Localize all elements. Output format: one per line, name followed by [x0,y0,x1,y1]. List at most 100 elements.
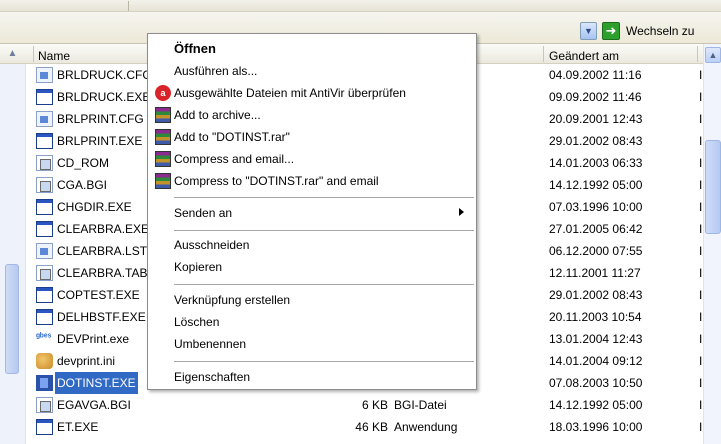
menu-item-label: Add to archive... [174,108,261,122]
dotinst-icon [36,375,53,391]
file-attr: I [699,420,703,434]
menu-item-create-shortcut[interactable]: Verknüpfung erstellen [148,289,476,311]
file-date: 29.01.2002 08:43 [549,288,643,302]
cfg-file-icon [36,243,53,259]
file-attr: I [699,398,703,412]
file-date: 14.01.2004 09:12 [549,354,643,368]
bgi-file-icon [36,397,53,413]
file-attr: I [699,332,703,346]
file-name: ET.EXE [55,416,177,438]
antivir-icon: a [155,85,171,101]
menu-item-properties[interactable]: Eigenschaften [148,366,476,388]
file-attr: I [699,156,703,170]
exe-file-icon [36,89,53,105]
scroll-thumb[interactable] [5,264,19,374]
file-date: 06.12.2000 07:55 [549,244,643,258]
file-date: 09.09.2002 11:46 [549,90,642,104]
bgi-file-icon [36,177,53,193]
left-pane-scroll[interactable] [0,64,26,444]
submenu-arrow-icon [459,208,464,216]
column-divider[interactable] [543,46,544,62]
file-name-text: DOTINST.EXE [55,372,138,394]
scroll-up-icon[interactable]: ▲ [705,47,721,63]
winrar-icon [155,129,171,145]
menu-item-cut[interactable]: Ausschneiden [148,234,476,256]
menu-item-send-to[interactable]: Senden an [148,202,476,224]
file-name-text: CLEARBRA.EXE [57,222,150,236]
file-date: 07.03.1996 10:00 [549,200,643,214]
file-attr: I [699,244,703,258]
file-size: 6 KB [361,398,388,412]
menu-separator [174,197,474,198]
column-divider[interactable] [33,46,34,62]
file-attr: I [699,112,703,126]
menu-item-label: Ausschneiden [174,238,250,252]
explorer-window: { "toolbar": { "go_label": "Wechseln zu"… [0,0,721,444]
menu-item-copy[interactable]: Kopieren [148,256,476,278]
menu-item-add-to-archive[interactable]: Add to archive... [148,104,476,126]
file-date: 29.01.2002 08:43 [549,134,643,148]
menu-item-compress-email[interactable]: Compress and email... [148,148,476,170]
file-date: 04.09.2002 11:16 [549,68,642,82]
menu-item-compress-rar-email[interactable]: Compress to "DOTINST.rar" and email [148,170,476,192]
menu-item-label: Kopieren [174,260,223,274]
column-divider[interactable] [697,46,698,62]
menu-item-add-to-rar[interactable]: Add to "DOTINST.rar" [148,126,476,148]
sort-up-icon[interactable]: ▲ [6,48,19,60]
exe-file-icon [36,199,53,215]
file-type: Anwendung [394,420,458,434]
file-date: 20.11.2003 10:54 [549,310,642,324]
file-date: 20.09.2001 12:43 [549,112,643,126]
menu-item-antivir-scan[interactable]: a Ausgewählte Dateien mit AntiVir überprü… [148,82,476,104]
chevron-down-icon[interactable]: ▼ [580,22,597,40]
toolbar-separator [128,1,129,11]
file-type: BGI-Datei [394,398,447,412]
menu-item-label: Verknüpfung erstellen [174,293,291,307]
file-name-text: BRLDRUCK.CFG [57,68,152,82]
go-button[interactable]: ➜ Wechseln zu [600,20,721,42]
file-row[interactable]: ET.EXE 46 KB Anwendung 18.03.1996 10:00 I [30,416,703,438]
exe-file-icon [36,419,53,435]
file-date: 27.01.2005 06:42 [549,222,643,236]
bgi-file-icon [36,265,53,281]
toolbar-strip [0,0,721,12]
winrar-icon [155,151,171,167]
file-name-text: CHGDIR.EXE [57,200,132,214]
file-attr: I [699,222,703,236]
file-size: 46 KB [355,420,388,434]
menu-item-open[interactable]: Öffnen [148,38,476,60]
exe-file-icon [36,287,53,303]
menu-item-label: Umbenennen [174,337,247,351]
menu-item-label: Compress to "DOTINST.rar" and email [174,174,379,188]
file-attr: I [699,134,703,148]
scroll-thumb[interactable] [705,140,721,234]
file-date: 14.12.1992 05:00 [549,398,643,412]
menu-item-label: Ausführen als... [174,64,258,78]
file-date: 18.03.1996 10:00 [549,420,643,434]
file-name-text: EGAVGA.BGI [57,398,131,412]
vertical-scrollbar[interactable]: ▲ [703,44,721,444]
file-name-text: devprint.ini [57,354,116,368]
file-name-text: COPTEST.EXE [57,288,140,302]
cfg-file-icon [36,111,53,127]
file-row[interactable]: EGAVGA.BGI 6 KB BGI-Datei 14.12.1992 05:00 I [30,394,703,416]
menu-item-run-as[interactable]: Ausführen als... [148,60,476,82]
file-name-text: CD_ROM [57,156,110,170]
file-attr: I [699,310,703,324]
file-attr: I [699,288,703,302]
file-attr: I [699,178,703,192]
column-header-changed[interactable]: Geändert am [549,49,619,63]
file-name-text: ET.EXE [57,420,99,434]
file-date: 12.11.2001 11:27 [549,266,641,280]
menu-separator [174,361,474,362]
menu-item-label: Compress and email... [174,152,295,166]
file-name-text: DELHBSTF.EXE [57,310,146,324]
menu-item-delete[interactable]: Löschen [148,311,476,333]
arrow-right-icon: ➜ [602,22,620,40]
exe-file-icon [36,309,53,325]
column-header-name[interactable]: Name [38,49,70,63]
exe-file-icon [36,221,53,237]
menu-item-rename[interactable]: Umbenennen [148,333,476,355]
devprint-icon: ᵍᵇᵉˢ [36,332,52,343]
go-label: Wechseln zu [626,24,695,38]
